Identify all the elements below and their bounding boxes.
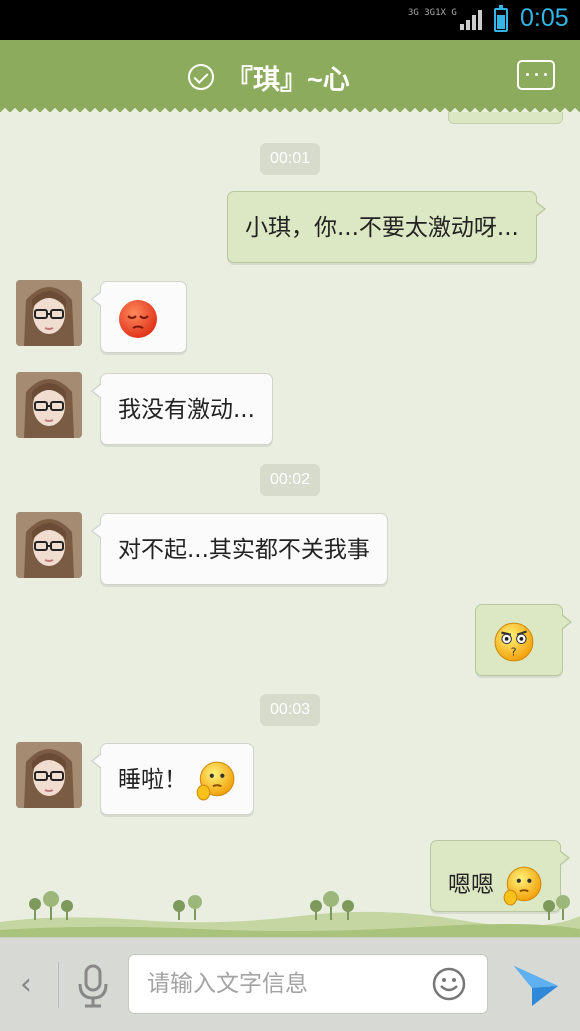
avatar-portrait-icon [16, 512, 82, 578]
divider [58, 962, 59, 1008]
avatar-portrait-icon [16, 742, 82, 808]
message-bubble-incoming[interactable]: 我没有激动... [91, 373, 273, 445]
contact-avatar[interactable] [16, 742, 82, 808]
timestamp: 00:03 [260, 694, 320, 726]
more-options-button[interactable] [517, 60, 555, 90]
check-circle-icon [188, 64, 214, 90]
message-bubble-incoming[interactable]: 对不起...其实都不关我事 [91, 513, 388, 585]
contact-avatar[interactable] [16, 372, 82, 438]
timestamp: 00:02 [260, 464, 320, 496]
svg-text:?: ? [511, 646, 517, 658]
status-bar: 3G 3G1X G 0:05 [0, 0, 580, 40]
paper-plane-icon[interactable] [512, 964, 560, 1008]
puzzled-face-emoji-icon: ? [494, 622, 534, 661]
contact-avatar[interactable] [16, 512, 82, 578]
message-text: 睡啦！ [118, 767, 187, 793]
microphone-icon[interactable] [73, 962, 113, 1010]
landscape-decoration [0, 891, 580, 937]
message-bubble-incoming[interactable] [91, 281, 187, 353]
message-input-bar: ‹ [0, 937, 580, 1031]
thinking-face-emoji-icon [196, 761, 235, 800]
signal-bars-icon [460, 10, 484, 30]
network-type-indicator: 3G 3G1X G [408, 8, 457, 18]
contact-avatar[interactable] [16, 280, 82, 346]
message-bubble-outgoing[interactable]: 小琪，你...不要太激动呀... [227, 191, 546, 263]
avatar-portrait-icon [16, 372, 82, 438]
message-text: 对不起...其实都不关我事 [118, 537, 370, 563]
timestamp: 00:01 [260, 143, 320, 175]
previous-message-bubble [448, 112, 563, 124]
message-bubble-incoming[interactable]: 睡啦！ [90, 743, 255, 815]
avatar-portrait-icon [16, 280, 82, 346]
contact-name[interactable]: 『琪』~心 [226, 58, 350, 97]
sad-face-emoji-icon [119, 299, 157, 338]
chevron-left-icon[interactable]: ‹ [20, 967, 32, 1002]
message-text: 我没有激动... [118, 397, 255, 423]
message-bubble-outgoing[interactable]: ? [475, 604, 572, 676]
battery-icon [494, 5, 508, 32]
smiley-icon[interactable] [431, 966, 467, 1002]
message-text: 小琪，你...不要太激动呀... [245, 215, 519, 241]
clock: 0:05 [520, 4, 569, 32]
message-list[interactable]: 00:01 小琪，你...不要太激动呀... 我没有激动... 00:02 对不… [0, 112, 580, 937]
